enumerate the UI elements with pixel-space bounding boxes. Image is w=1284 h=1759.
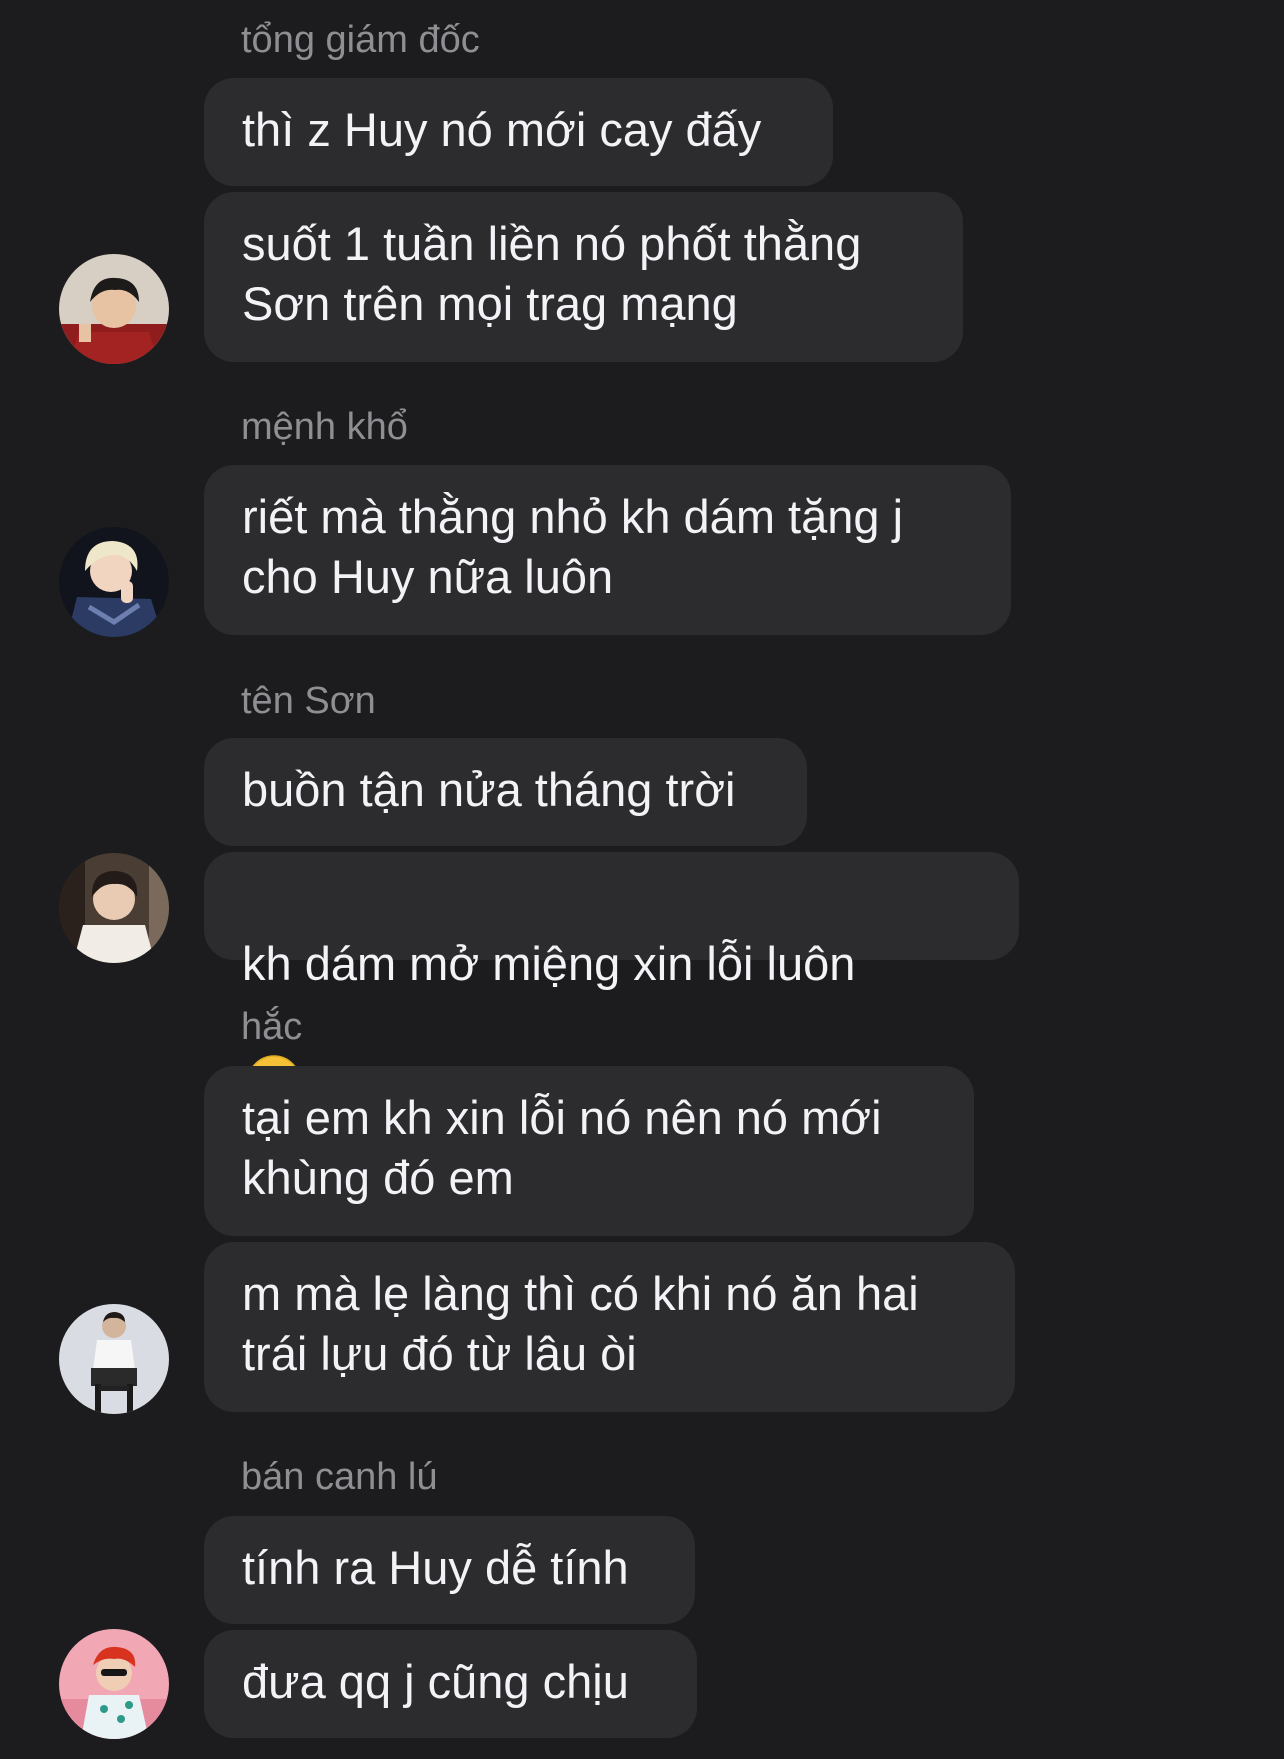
sender-name: bán canh lú [241,1456,438,1498]
sender-name: hắc [241,1006,303,1048]
message-bubble[interactable]: thì z Huy nó mới cay đấy [204,78,833,186]
avatar[interactable] [59,254,169,364]
sender-name: tổng giám đốc [241,19,480,61]
avatar[interactable] [59,1304,169,1414]
message-bubble[interactable]: m mà lẹ làng thì có khi nó ăn hai trái l… [204,1242,1015,1412]
avatar[interactable] [59,527,169,637]
message-bubble[interactable]: kh dám mở miệng xin lỗi luôn [204,852,1019,1109]
sender-name: mệnh khổ [241,406,408,448]
message-bubble[interactable]: đưa qq j cũng chịu [204,1630,697,1738]
avatar[interactable] [59,1629,169,1739]
sender-name: tên Sơn [241,680,376,722]
message-bubble[interactable]: tính ra Huy dễ tính [204,1516,695,1624]
avatar[interactable] [59,853,169,963]
message-text: kh dám mở miệng xin lỗi luôn [242,937,856,990]
message-bubble[interactable]: tại em kh xin lỗi nó nên nó mới khùng đó… [204,1066,974,1236]
message-bubble[interactable]: buồn tận nửa tháng trời [204,738,807,846]
message-bubble[interactable]: riết mà thằng nhỏ kh dám tặng j cho Huy … [204,465,1011,635]
message-bubble[interactable]: suốt 1 tuần liền nó phốt thằng Sơn trên … [204,192,963,362]
